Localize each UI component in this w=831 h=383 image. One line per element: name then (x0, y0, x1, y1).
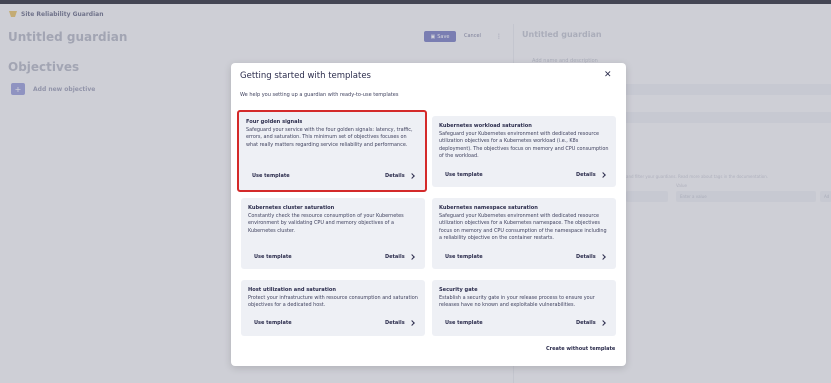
card-title: Four golden signals (246, 119, 303, 125)
chevron-right-icon (599, 320, 606, 326)
details-label: Details (576, 172, 596, 178)
details-button[interactable]: Details (385, 254, 415, 260)
card-description: Safeguard your Kubernetes environment wi… (439, 213, 607, 241)
details-button[interactable]: Details (385, 173, 415, 179)
details-button[interactable]: Details (576, 320, 606, 326)
use-template-button[interactable]: Use template (445, 320, 483, 326)
chevron-right-icon (408, 254, 415, 260)
use-template-button[interactable]: Use template (254, 320, 292, 326)
chevron-right-icon (408, 320, 415, 326)
dialog-intro: We help you setting up a guardian with r… (240, 92, 399, 98)
use-template-button[interactable]: Use template (445, 254, 483, 260)
dialog-title: Getting started with templates (240, 71, 371, 81)
card-description: Establish a security gate in your releas… (439, 295, 595, 309)
chevron-right-icon (599, 254, 606, 260)
template-card-four-golden-signals[interactable]: Four golden signals Safeguard your servi… (237, 110, 427, 192)
details-button[interactable]: Details (576, 254, 606, 260)
create-without-template-button[interactable]: Create without template (546, 346, 615, 352)
use-template-button[interactable]: Use template (445, 172, 483, 178)
card-description: Safeguard your service with the four gol… (246, 127, 413, 148)
use-template-button[interactable]: Use template (254, 254, 292, 260)
close-icon[interactable]: ✕ (604, 71, 612, 80)
template-card-k8s-cluster[interactable]: Kubernetes cluster saturation Constantly… (241, 198, 425, 269)
details-label: Details (576, 320, 596, 326)
card-title: Host utilization and saturation (248, 287, 337, 293)
details-label: Details (385, 173, 405, 179)
details-label: Details (576, 254, 596, 260)
details-label: Details (385, 254, 405, 260)
template-card-host-utilization[interactable]: Host utilization and saturation Protect … (241, 280, 425, 336)
card-title: Kubernetes namespace saturation (439, 205, 538, 211)
details-button[interactable]: Details (576, 172, 606, 178)
card-title: Security gate (439, 287, 478, 293)
template-card-security-gate[interactable]: Security gate Establish a security gate … (432, 280, 616, 336)
details-label: Details (385, 320, 405, 326)
card-title: Kubernetes cluster saturation (248, 205, 335, 211)
template-card-k8s-workload[interactable]: Kubernetes workload saturation Safeguard… (432, 116, 616, 187)
templates-dialog: Getting started with templates ✕ We help… (231, 63, 626, 366)
card-description: Protect your infrastructure with resourc… (248, 295, 418, 309)
card-description: Constantly check the resource consumptio… (248, 213, 404, 234)
use-template-button[interactable]: Use template (252, 173, 290, 179)
template-card-k8s-namespace[interactable]: Kubernetes namespace saturation Safeguar… (432, 198, 616, 269)
chevron-right-icon (408, 173, 415, 179)
card-title: Kubernetes workload saturation (439, 123, 532, 129)
chevron-right-icon (599, 172, 606, 178)
card-description: Safeguard your Kubernetes environment wi… (439, 131, 609, 159)
details-button[interactable]: Details (385, 320, 415, 326)
